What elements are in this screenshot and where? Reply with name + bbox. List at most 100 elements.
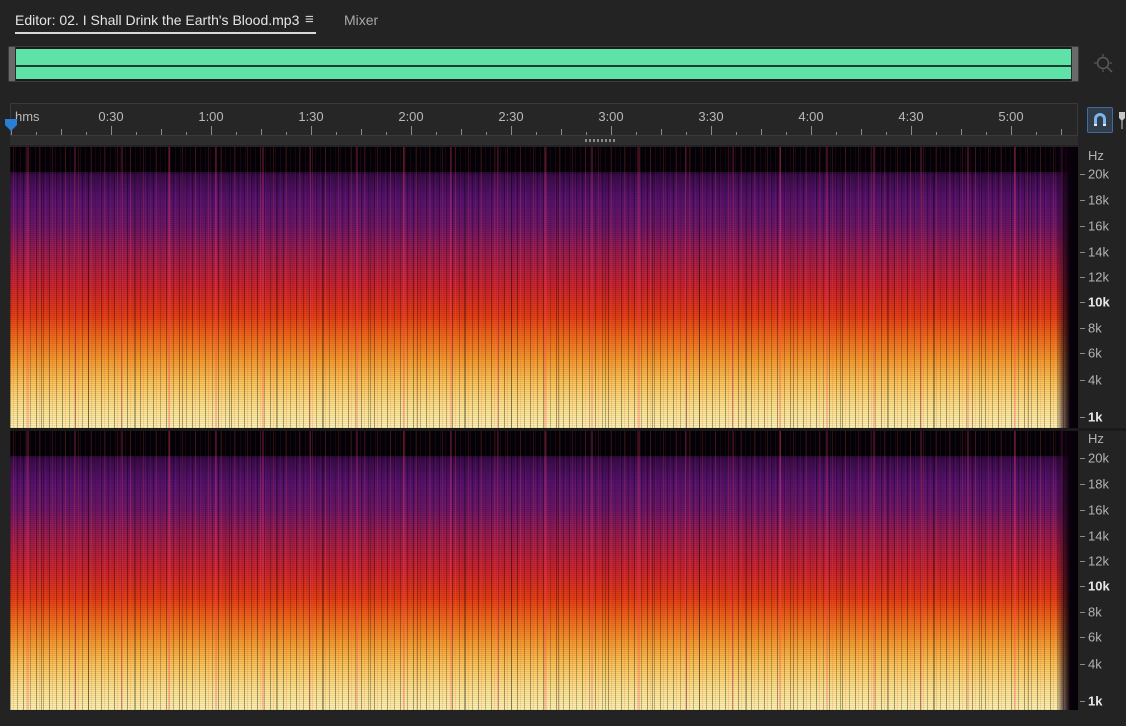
frequency-label: 18k	[1088, 476, 1109, 492]
frequency-label: 8k	[1088, 604, 1102, 620]
ruler-tick	[211, 126, 212, 135]
ruler-tick	[486, 132, 487, 135]
frequency-tick	[1080, 484, 1085, 485]
frequency-tick	[1080, 380, 1085, 381]
ruler-tick	[511, 126, 512, 135]
ruler-tick	[1061, 129, 1062, 135]
frequency-tick	[1080, 328, 1085, 329]
frequency-label: 6k	[1088, 629, 1102, 645]
zoom-navigator-icon[interactable]	[1093, 53, 1115, 75]
bottom-bar	[0, 710, 1126, 726]
ruler-tick	[136, 132, 137, 135]
ruler-time-label: 0:30	[98, 109, 124, 124]
ruler-tick	[361, 129, 362, 135]
ruler-tick	[911, 126, 912, 135]
ruler-time-label: 2:30	[498, 109, 524, 124]
ruler-tick	[411, 126, 412, 135]
tab-mixer[interactable]: Mixer	[344, 10, 378, 34]
playhead-icon[interactable]	[4, 118, 18, 132]
frequency-label: 18k	[1088, 192, 1109, 208]
splitter-grip[interactable]	[585, 139, 615, 142]
frequency-tick	[1080, 277, 1085, 278]
ruler-tick	[86, 132, 87, 135]
frequency-label: 12k	[1088, 269, 1109, 285]
frequency-tick	[1080, 353, 1085, 354]
frequency-unit-label: Hz	[1088, 148, 1104, 163]
frequency-tick	[1080, 637, 1085, 638]
overview-right-handle[interactable]	[1071, 47, 1078, 81]
ruler-tick	[736, 132, 737, 135]
frequency-tick	[1080, 561, 1085, 562]
ruler-tick	[611, 126, 612, 135]
frequency-unit-label: Hz	[1088, 431, 1104, 446]
frequency-label: 6k	[1088, 345, 1102, 361]
ruler-tick	[761, 129, 762, 135]
frequency-label: 10k	[1088, 578, 1110, 594]
ruler-tick	[386, 132, 387, 135]
ruler-tick	[986, 132, 987, 135]
ruler-tick	[186, 132, 187, 135]
overview-navigator[interactable]	[8, 46, 1079, 82]
ruler-tick	[786, 132, 787, 135]
frequency-tick	[1080, 200, 1085, 201]
ruler-tick	[686, 132, 687, 135]
spectral-fade-end	[1058, 431, 1078, 710]
marker-icon[interactable]	[1118, 110, 1126, 130]
frequency-label: 8k	[1088, 320, 1102, 336]
frequency-scale-left[interactable]: Hz 20k 18k 16k 14k 12k 10k 8k 6k 4k 1k	[1078, 147, 1126, 428]
ruler-unit-label: hms	[15, 109, 40, 124]
ruler-tick	[436, 132, 437, 135]
ruler-time-label: 2:00	[398, 109, 424, 124]
frequency-label: 4k	[1088, 372, 1102, 388]
ruler-tick	[661, 129, 662, 135]
frequency-label: 20k	[1088, 166, 1109, 182]
ruler-time-label: 3:00	[598, 109, 624, 124]
ruler-tick	[811, 126, 812, 135]
frequency-tick	[1080, 612, 1085, 613]
ruler-tick	[161, 129, 162, 135]
frequency-label: 1k	[1088, 693, 1103, 709]
frequency-label: 1k	[1088, 409, 1103, 425]
spectrogram-channel-left[interactable]	[10, 147, 1078, 428]
frequency-label: 14k	[1088, 244, 1109, 260]
frequency-tick	[1080, 417, 1085, 418]
snap-toggle-button[interactable]	[1087, 107, 1113, 133]
frequency-tick	[1080, 701, 1085, 702]
frequency-tick	[1080, 586, 1085, 587]
ruler-time-label: 3:30	[698, 109, 724, 124]
frequency-tick	[1080, 226, 1085, 227]
frequency-label: 20k	[1088, 450, 1109, 466]
spectrogram-channel-right[interactable]	[10, 431, 1078, 710]
overview-waveform[interactable]	[16, 49, 1071, 79]
panel-splitter[interactable]	[10, 136, 1078, 145]
ruler-tick	[111, 126, 112, 135]
ruler-time-label: 5:00	[998, 109, 1024, 124]
ruler-tick	[836, 132, 837, 135]
ruler-tick	[961, 129, 962, 135]
ruler-tick	[936, 132, 937, 135]
overview-waveform-line	[16, 65, 1071, 67]
spectral-texture	[10, 147, 1078, 428]
overview-left-handle[interactable]	[9, 47, 16, 81]
tab-editor[interactable]: Editor: 02. I Shall Drink the Earth's Bl…	[15, 10, 316, 34]
ruler-tick	[536, 132, 537, 135]
ruler-tick	[236, 132, 237, 135]
ruler-tick	[336, 132, 337, 135]
ruler-tick	[886, 132, 887, 135]
frequency-label: 4k	[1088, 656, 1102, 672]
tab-editor-label: Editor: 02. I Shall Drink the Earth's Bl…	[15, 12, 300, 28]
frequency-tick	[1080, 252, 1085, 253]
ruler-time-label: 4:00	[798, 109, 824, 124]
tab-bar: Editor: 02. I Shall Drink the Earth's Bl…	[0, 0, 1126, 40]
panel-menu-icon[interactable]: ≡	[305, 10, 314, 30]
frequency-tick	[1080, 536, 1085, 537]
ruler-tick	[36, 132, 37, 135]
frequency-scale-right[interactable]: Hz 20k 18k 16k 14k 12k 10k 8k 6k 4k 1k	[1078, 431, 1126, 710]
ruler-tick	[261, 129, 262, 135]
ruler-tick	[311, 126, 312, 135]
frequency-label: 16k	[1088, 218, 1109, 234]
frequency-label: 14k	[1088, 528, 1109, 544]
spectral-fade-end	[1058, 147, 1078, 428]
ruler-tick	[636, 132, 637, 135]
timeline-ruler[interactable]: hms 0:30 1:00 1:30 2:00 2:30 3:00 3:30 4:00 4:30…	[10, 103, 1078, 136]
